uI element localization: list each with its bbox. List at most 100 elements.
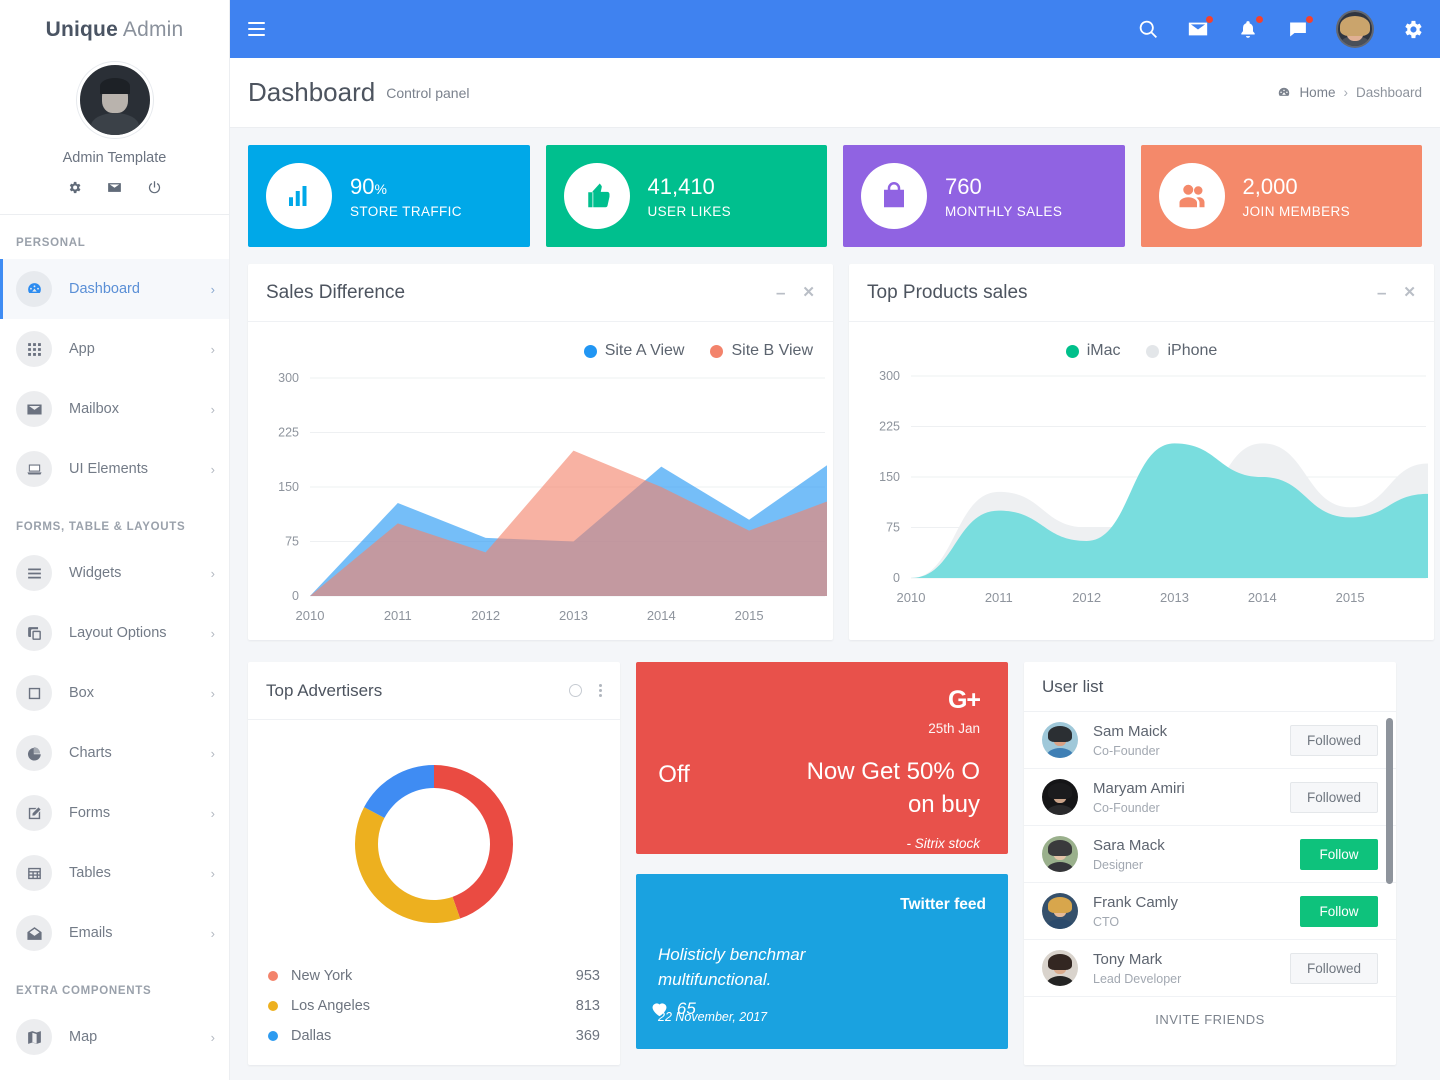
- power-icon[interactable]: [146, 178, 164, 196]
- bell-icon[interactable]: [1236, 16, 1263, 41]
- breadcrumb-home[interactable]: Home: [1299, 85, 1335, 100]
- donut-legend-row[interactable]: New York 953: [268, 961, 600, 991]
- follow-button[interactable]: Followed: [1289, 781, 1378, 813]
- avatar-hair-shape: [99, 77, 130, 94]
- sidebar-item-mailbox[interactable]: Mailbox ›: [0, 379, 229, 439]
- scrollbar-thumb[interactable]: [1386, 718, 1393, 884]
- user-list-row[interactable]: Tony Mark Lead Developer Followed: [1024, 940, 1396, 997]
- profile-avatar[interactable]: [76, 62, 153, 138]
- map-icon: [16, 1019, 52, 1055]
- donut-chart-wrap: [248, 720, 620, 961]
- twitter-feed-card[interactable]: imize cross-media 65 Twitter feed Holist…: [636, 874, 1008, 1049]
- sidebar-item-charts[interactable]: Charts ›: [0, 723, 229, 783]
- follow-button[interactable]: Followed: [1289, 724, 1378, 756]
- panel-header: User list: [1024, 662, 1396, 712]
- sidebar-item-label: Box: [69, 685, 94, 701]
- donut-slice-dallas[interactable]: [364, 765, 434, 818]
- brand-logo[interactable]: Unique Admin: [0, 0, 229, 48]
- vertical-dots-icon[interactable]: [599, 684, 602, 697]
- promo-title-line2: on buy: [907, 791, 980, 819]
- sidebar-item-forms[interactable]: Forms ›: [0, 783, 229, 843]
- twitter-body-line1: Holisticly benchmar: [658, 945, 806, 964]
- breadcrumb-separator: ›: [1343, 85, 1348, 100]
- avatar-hair-shape: [1048, 953, 1072, 970]
- sidebar-item-layout-options[interactable]: Layout Options ›: [0, 603, 229, 663]
- page-header: Dashboard Control panel Home › Dashboard: [230, 58, 1440, 128]
- follow-button[interactable]: Followed: [1289, 952, 1378, 984]
- chart-legend: Site A View Site B View: [248, 322, 833, 360]
- stat-card-monthly-sales[interactable]: 760 MONTHLY SALES: [843, 145, 1125, 247]
- gear-icon[interactable]: [66, 178, 84, 196]
- avatar-hair-shape: [1048, 839, 1072, 856]
- legend-item-iphone[interactable]: iPhone: [1146, 342, 1217, 360]
- user-list-row[interactable]: Sam Maick Co-Founder Followed: [1024, 712, 1396, 769]
- user-list-row[interactable]: Frank Camly CTO Follow: [1024, 883, 1396, 940]
- envelope-icon[interactable]: [106, 178, 124, 196]
- legend-item-site-a-view[interactable]: Site A View: [583, 342, 684, 360]
- follow-button[interactable]: Follow: [1300, 895, 1378, 927]
- minimize-icon[interactable]: –: [1377, 284, 1386, 301]
- legend-item-imac[interactable]: iMac: [1065, 342, 1120, 360]
- close-icon[interactable]: ✕: [802, 285, 815, 300]
- pie-chart-icon: [27, 746, 41, 761]
- follow-button[interactable]: Follow: [1300, 838, 1378, 870]
- search-icon[interactable]: [1136, 17, 1160, 41]
- stat-card-user-likes[interactable]: 41,410 USER LIKES: [545, 145, 827, 247]
- widgets-row: Top Advertisers New York 953 Los Angeles 81…: [248, 662, 1422, 1065]
- circle-icon[interactable]: [569, 684, 582, 697]
- sidebar-item-map[interactable]: Map ›: [0, 1007, 229, 1067]
- sidebar-item-app[interactable]: App ›: [0, 319, 229, 379]
- map-icon: [27, 1030, 41, 1044]
- sidebar-item-ui-elements[interactable]: UI Elements ›: [0, 439, 229, 499]
- chevron-right-icon: ›: [210, 865, 215, 881]
- envelope-icon: [16, 391, 52, 427]
- close-icon[interactable]: ✕: [1403, 285, 1416, 300]
- user-list-row[interactable]: Sara Mack Designer Follow: [1024, 826, 1396, 883]
- sidebar-item-tables[interactable]: Tables ›: [0, 843, 229, 903]
- x-axis-tick: 2014: [1248, 590, 1277, 605]
- minimize-icon[interactable]: –: [776, 284, 785, 301]
- x-axis-tick: 2015: [735, 608, 764, 623]
- sidebar-item-label: UI Elements: [69, 461, 148, 477]
- avatar[interactable]: [1336, 10, 1374, 48]
- hamburger-icon[interactable]: [248, 15, 276, 43]
- nav-section-label: FORMS, TABLE & LAYOUTS: [16, 521, 186, 533]
- gear-icon[interactable]: [1400, 17, 1424, 41]
- x-axis-tick: 2013: [559, 608, 588, 623]
- sidebar-item-emails[interactable]: Emails ›: [0, 903, 229, 963]
- sidebar-item-label: Charts: [69, 745, 112, 761]
- panel-title: Top Advertisers: [266, 680, 383, 700]
- y-axis-tick: 0: [893, 571, 900, 585]
- user-rows: Sam Maick Co-Founder Followed Maryam Amiri C…: [1024, 712, 1396, 997]
- donut-legend-row[interactable]: Los Angeles 813: [268, 991, 600, 1021]
- sidebar-item-box[interactable]: Box ›: [0, 663, 229, 723]
- pencil-square-icon: [16, 795, 52, 831]
- sidebar-item-dashboard[interactable]: Dashboard ›: [0, 259, 229, 319]
- invite-friends-button[interactable]: INVITE FRIENDS: [1024, 997, 1396, 1042]
- sidebar-item-widgets[interactable]: Widgets ›: [0, 543, 229, 603]
- twitter-feed-label: Twitter feed: [900, 896, 986, 913]
- envelope-icon: [26, 404, 42, 414]
- table-icon: [27, 867, 41, 879]
- user-name: Frank Camly: [1093, 893, 1179, 911]
- user-role: Designer: [1093, 857, 1144, 872]
- donut-slice-new-york[interactable]: [434, 765, 513, 919]
- stat-card-join-members[interactable]: 2,000 JOIN MEMBERS: [1140, 145, 1422, 247]
- copy-icon: [16, 615, 52, 651]
- sidebar-item-label: Layout Options: [69, 625, 167, 641]
- sidebar-item-label: Mailbox: [69, 401, 119, 417]
- stat-card-store-traffic[interactable]: 90% STORE TRAFFIC: [248, 145, 530, 247]
- donut-slice-los-angeles[interactable]: [355, 807, 461, 923]
- user-list-row[interactable]: Maryam Amiri Co-Founder Followed: [1024, 769, 1396, 826]
- comment-icon[interactable]: [1286, 16, 1313, 41]
- page-subtitle: Control panel: [386, 84, 470, 101]
- avatar-body-shape: [1047, 862, 1073, 872]
- user-name: Sam Maick: [1093, 722, 1168, 740]
- legend-item-site-b-view[interactable]: Site B View: [710, 342, 813, 360]
- envelope-icon[interactable]: [1186, 16, 1213, 41]
- legend-label: iPhone: [1167, 342, 1218, 359]
- thumbs-up-icon: [587, 183, 609, 208]
- promo-carousel[interactable]: Off G+ 25th Jan Now Get 50% O on buy - S…: [636, 662, 1008, 854]
- sales-difference-chart: 0 75 150 225 300 2010 2011 2012 2013 2014 2015: [248, 360, 833, 640]
- donut-legend-row[interactable]: Dallas 369: [268, 1021, 600, 1051]
